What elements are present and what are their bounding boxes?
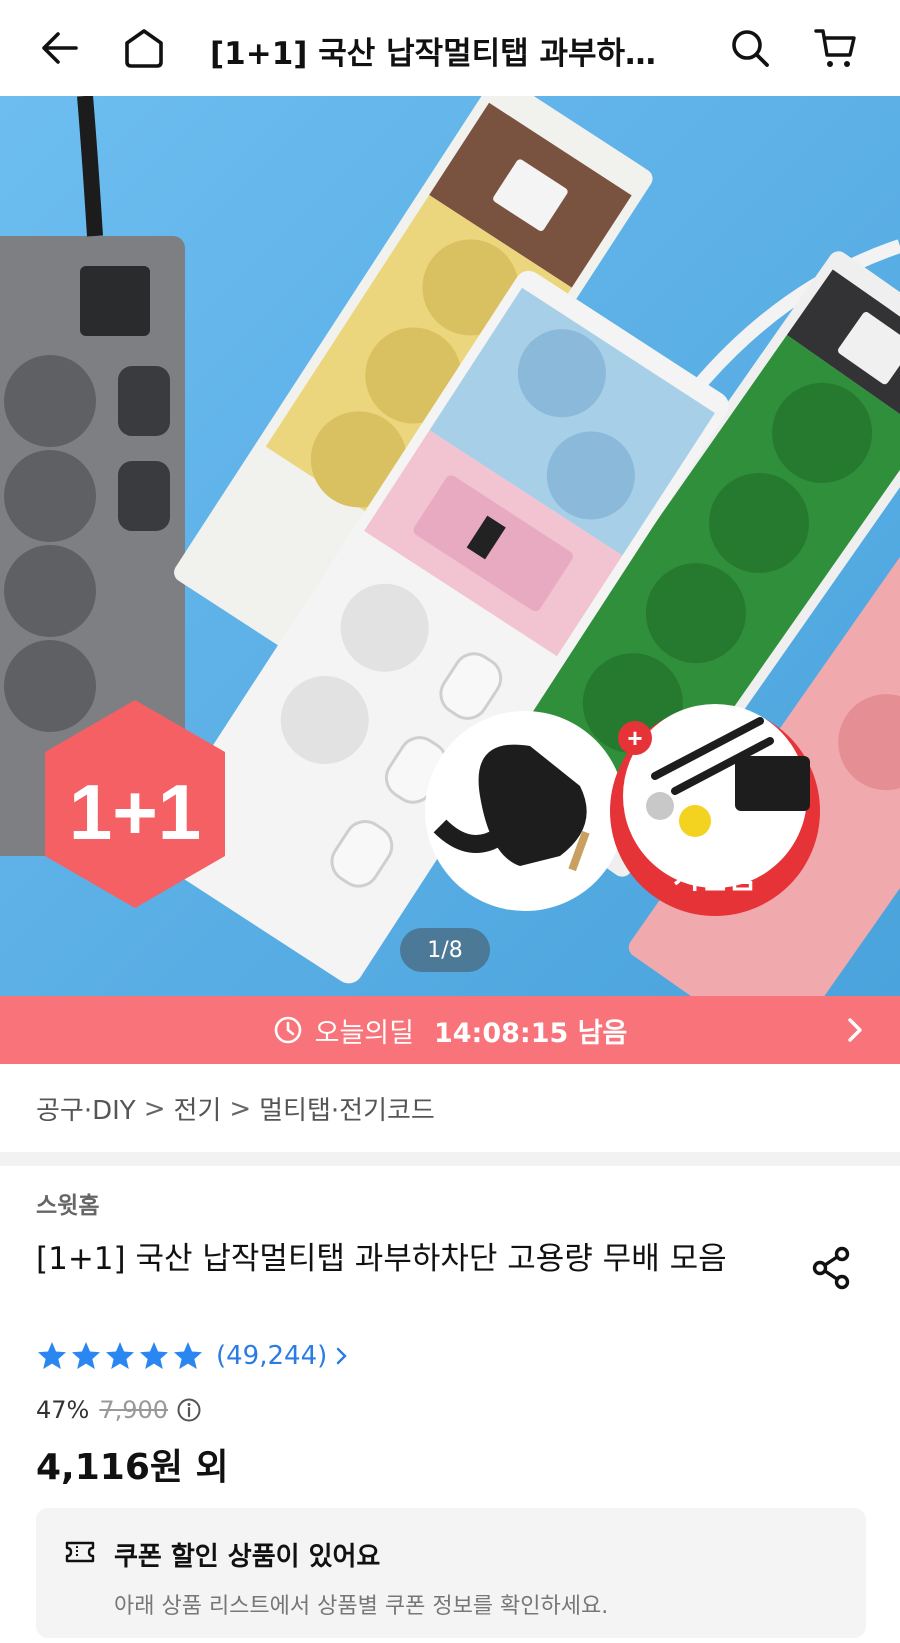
- sale-price: 4,116원 외: [36, 1447, 229, 1488]
- breadcrumb: 공구·DIY > 전기 > 멀티탭·전기코드: [36, 1090, 435, 1127]
- search-button[interactable]: [724, 22, 776, 74]
- product-photo: 1+1 + 사은품: [0, 96, 900, 996]
- product-image-carousel[interactable]: 1+1 + 사은품 1/8: [0, 96, 900, 996]
- coupon-notice: 쿠폰 할인 상품이 있어요 아래 상품 리스트에서 상품별 쿠폰 정보를 확인하…: [36, 1508, 866, 1638]
- product-title: [1+1] 국산 납작멀티탭 과부하차단 고용량 무배 모음: [36, 1241, 727, 1277]
- breadcrumb-separator: >: [229, 1093, 252, 1124]
- todays-deal-bar[interactable]: 오늘의딜 14:08:15 남음: [0, 996, 900, 1064]
- info-icon[interactable]: [176, 1397, 202, 1423]
- back-button[interactable]: [34, 22, 86, 74]
- cart-button[interactable]: [810, 22, 862, 74]
- page-title: [1+1] 국산 납작멀티탭 과부하…: [210, 36, 657, 72]
- deal-countdown: 14:08:15 남음: [433, 1017, 628, 1049]
- coupon-subtitle: 아래 상품 리스트에서 상품별 쿠폰 정보를 확인하세요.: [114, 1594, 609, 1619]
- review-count: (49,244): [216, 1341, 328, 1371]
- top-app-bar: [1+1] 국산 납작멀티탭 과부하…: [0, 0, 900, 96]
- breadcrumb-item-power-strip[interactable]: 멀티탭·전기코드: [259, 1090, 435, 1127]
- discount-percent: 47%: [36, 1396, 90, 1424]
- section-divider: [0, 1152, 900, 1166]
- chevron-right-icon: [337, 1347, 347, 1365]
- breadcrumb-separator: >: [143, 1093, 166, 1124]
- clock-icon: [274, 1016, 301, 1044]
- discount-row: 47% 7,900: [36, 1396, 202, 1424]
- home-button[interactable]: [118, 22, 170, 74]
- share-button[interactable]: [808, 1244, 856, 1292]
- cart-icon: [814, 29, 856, 67]
- star-rating-icon: [38, 1342, 202, 1369]
- image-page-indicator: 1/8: [400, 928, 490, 972]
- chevron-right-icon: [848, 1018, 862, 1042]
- rating-summary[interactable]: (49,244): [36, 1340, 351, 1372]
- coupon-icon: [65, 1541, 95, 1563]
- one-plus-one-badge: 1+1: [69, 768, 201, 856]
- coupon-title: 쿠폰 할인 상품이 있어요: [114, 1542, 381, 1572]
- deal-label: 오늘의딜: [314, 1017, 414, 1049]
- original-price: 7,900: [99, 1396, 169, 1424]
- seller-name[interactable]: 스윗홈: [36, 1186, 99, 1220]
- breadcrumb-item-tools[interactable]: 공구·DIY: [36, 1090, 136, 1127]
- breadcrumb-item-electric[interactable]: 전기: [173, 1090, 221, 1127]
- share-icon: [812, 1246, 850, 1290]
- arrow-left-icon: [42, 32, 78, 64]
- gift-label: 사은품: [674, 861, 757, 896]
- search-icon: [732, 30, 769, 67]
- home-icon: [125, 29, 163, 68]
- gift-plus-symbol: +: [627, 723, 642, 753]
